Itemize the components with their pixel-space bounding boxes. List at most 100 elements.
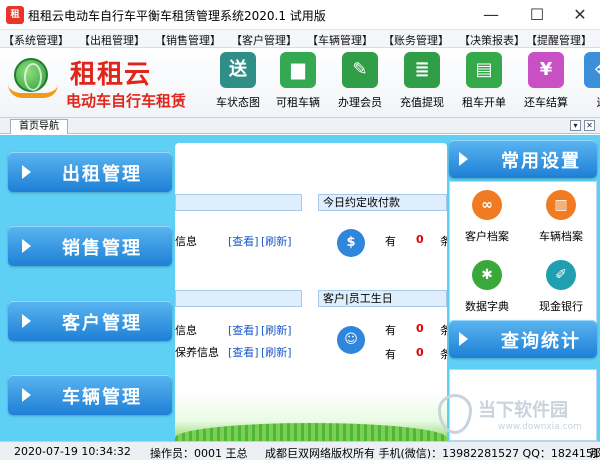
- unit-label: 条: [440, 235, 447, 248]
- nav-sales-management[interactable]: 销售管理: [8, 226, 172, 266]
- view-link[interactable]: [查看]: [228, 233, 259, 249]
- people-icon: ☺: [337, 326, 365, 354]
- shield-logo-icon: [438, 394, 472, 434]
- grass-decoration: [175, 391, 447, 441]
- common-settings-label: 常用设置: [501, 151, 581, 172]
- menu-reminder[interactable]: 【提醒管理】: [526, 32, 592, 47]
- tool-recharge-withdraw[interactable]: ≣ 充值提现: [392, 52, 452, 114]
- nav-vehicle-management[interactable]: 车辆管理: [8, 375, 172, 415]
- dashboard-center: 今日约定收付款 信息 [查看] [刷新] $ 有 0 条 客户|员工生日 信息 …: [175, 143, 447, 441]
- menu-bar: 【系统管理】 【出租管理】 【销售管理】 【客户管理】 【车辆管理】 【账务管理…: [0, 30, 600, 48]
- window-title: 租租云电动车自行车平衡车租赁管理系统2020.1 试用版: [28, 9, 326, 23]
- return-icon: ⇦: [584, 52, 600, 88]
- title-bar: 租 租租云电动车自行车平衡车租赁管理系统2020.1 试用版 — ☐ ✕: [0, 0, 600, 30]
- app-icon: 租: [6, 6, 24, 24]
- unit-label: 条: [440, 348, 447, 361]
- nav-rental-management[interactable]: 出租管理: [8, 152, 172, 192]
- menu-system[interactable]: 【系统管理】: [3, 32, 69, 47]
- menu-accounts[interactable]: 【账务管理】: [383, 32, 449, 47]
- shortcut-label: 客户档案: [465, 230, 509, 243]
- tool-return-settlement[interactable]: ¥ 还车结算: [516, 52, 576, 114]
- refresh-link[interactable]: [刷新]: [261, 322, 292, 338]
- shortcut-label: 车辆档案: [539, 230, 583, 243]
- count-value: 0: [416, 322, 424, 335]
- minimize-button[interactable]: —: [469, 0, 513, 30]
- row-maintenance-label: 保养信息: [175, 346, 219, 359]
- tool-rental-order[interactable]: ▤ 租车开单: [454, 52, 514, 114]
- logo: 租租云 电动车自行车租赁: [8, 52, 208, 114]
- settings-gear-icon: ✱: [472, 260, 502, 290]
- menu-vehicle[interactable]: 【车辆管理】: [307, 32, 373, 47]
- tool-label: 可租车辆: [276, 96, 320, 109]
- shortcut-data-dictionary[interactable]: ✱ 数据字典: [450, 254, 524, 320]
- nav-label: 客户管理: [62, 313, 142, 334]
- refresh-link[interactable]: [刷新]: [261, 233, 292, 249]
- section-header-payments: 今日约定收付款: [318, 194, 447, 211]
- shortcut-label: 现金银行: [539, 300, 583, 313]
- tool-label: 还车结算: [524, 96, 568, 109]
- refresh-link[interactable]: [刷新]: [261, 344, 292, 360]
- status-trailing: 那: [590, 447, 600, 460]
- nav-customer-management[interactable]: 客户管理: [8, 301, 172, 341]
- count-value: 0: [416, 346, 424, 359]
- shortcut-cash-bank[interactable]: ✐ 现金银行: [524, 254, 598, 320]
- shortcut-customer-records[interactable]: ∞ 客户档案: [450, 184, 524, 250]
- status-bar: 2020-07-19 10:34:32 操作员：0001 王总 成都巨双网络版权…: [0, 441, 600, 460]
- have-label: 有: [385, 235, 396, 248]
- document-icon: ≣: [404, 52, 440, 88]
- play-icon: [22, 314, 31, 328]
- query-statistics-label: 查询统计: [501, 331, 581, 352]
- nav-label: 车辆管理: [62, 387, 142, 408]
- tab-strip: 首页导航 ▾ ✕: [0, 118, 600, 134]
- order-icon: ▤: [466, 52, 502, 88]
- shortcut-vehicle-records[interactable]: ▥ 车辆档案: [524, 184, 598, 250]
- maximize-button[interactable]: ☐: [515, 0, 559, 30]
- close-button[interactable]: ✕: [558, 0, 600, 30]
- row-info-label: 信息: [175, 235, 197, 248]
- pen-icon: ✐: [546, 260, 576, 290]
- tab-dropdown-icon[interactable]: ▾: [570, 120, 581, 131]
- tab-home-navigation[interactable]: 首页导航: [10, 119, 68, 134]
- view-link[interactable]: [查看]: [228, 322, 259, 338]
- query-statistics-button[interactable]: 查询统计: [449, 320, 597, 358]
- tool-membership[interactable]: ✎ 办理会员: [330, 52, 390, 114]
- section-header: [175, 290, 302, 307]
- watermark-text: 当下软件园: [478, 400, 568, 421]
- logo-subtitle: 电动车自行车租赁: [66, 92, 187, 110]
- watermark-url: www.downxia.com: [498, 422, 582, 432]
- play-icon: [459, 332, 468, 346]
- menu-reports[interactable]: 【决策报表】: [459, 32, 525, 47]
- shortcut-label: 数据字典: [465, 300, 509, 313]
- tab-close-icon[interactable]: ✕: [584, 120, 595, 131]
- common-settings-button[interactable]: 常用设置: [449, 140, 597, 178]
- tool-label: 车状态图: [216, 96, 260, 109]
- tool-label: 办理会员: [338, 96, 382, 109]
- play-icon: [459, 152, 468, 166]
- tool-label: 租车开单: [462, 96, 506, 109]
- link-icon: ∞: [472, 190, 502, 220]
- folder-icon: ▆: [280, 52, 316, 88]
- nav-label: 出租管理: [62, 164, 142, 185]
- have-label: 有: [385, 348, 396, 361]
- tool-label: 充值提现: [400, 96, 444, 109]
- delivery-truck-icon: 送: [220, 52, 256, 88]
- tool-label: 退: [572, 94, 600, 110]
- hands-icon: [8, 84, 58, 98]
- yen-icon: ¥: [528, 52, 564, 88]
- tool-return[interactable]: ⇦ 退: [572, 52, 600, 114]
- shortcut-panel: ∞ 客户档案 ▥ 车辆档案 ✱ 数据字典 ✐ 现金银行: [449, 181, 597, 323]
- menu-customer[interactable]: 【客户管理】: [231, 32, 297, 47]
- tool-available-vehicles[interactable]: ▆ 可租车辆: [268, 52, 328, 114]
- play-icon: [22, 165, 31, 179]
- menu-sales[interactable]: 【销售管理】: [155, 32, 221, 47]
- view-link[interactable]: [查看]: [228, 344, 259, 360]
- status-operator: 操作员：0001 王总: [150, 447, 248, 460]
- play-icon: [22, 239, 31, 253]
- have-label: 有: [385, 324, 396, 337]
- edit-icon: ✎: [342, 52, 378, 88]
- tool-vehicle-status[interactable]: 送 车状态图: [208, 52, 268, 114]
- toolbar: 租租云 电动车自行车租赁 送 车状态图 ▆ 可租车辆 ✎ 办理会员 ≣ 充值提现…: [0, 48, 600, 118]
- section-header-birthdays: 客户|员工生日: [318, 290, 447, 307]
- watermark: 当下软件园 www.downxia.com: [438, 394, 600, 440]
- menu-rental[interactable]: 【出租管理】: [79, 32, 145, 47]
